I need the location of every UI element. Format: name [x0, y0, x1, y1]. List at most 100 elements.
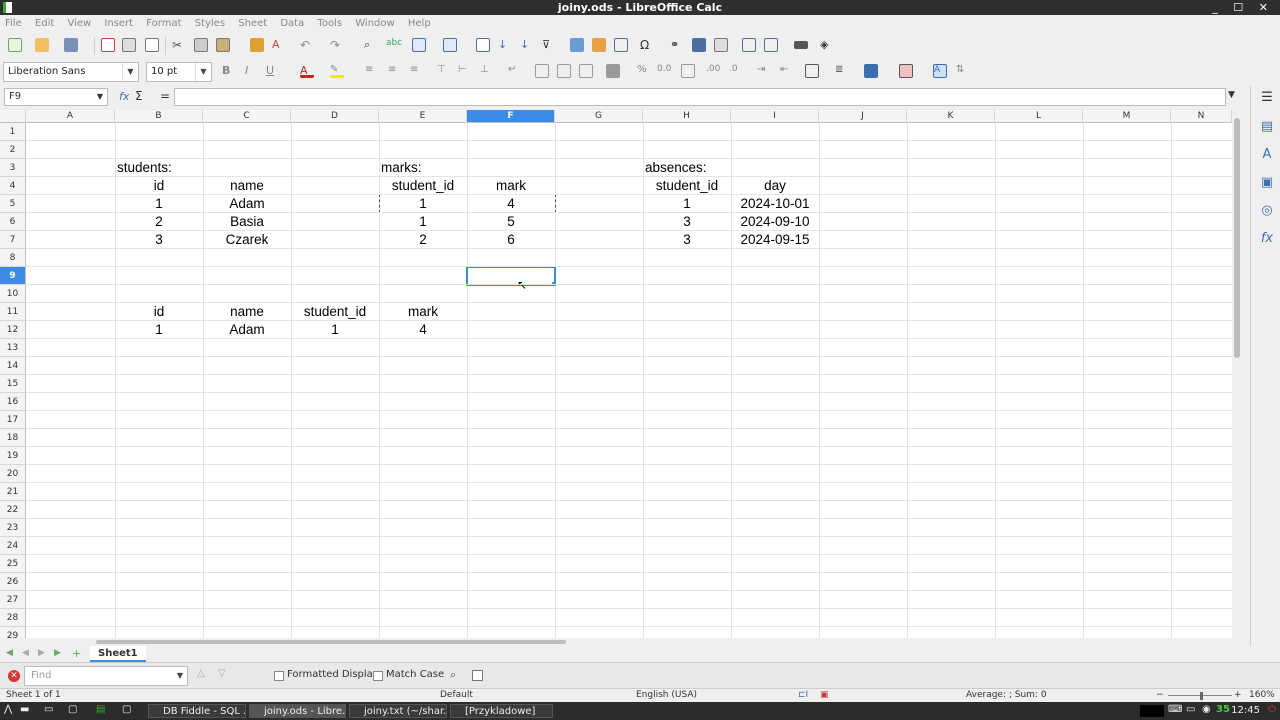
cell-i7[interactable]: 2024-09-15	[731, 231, 819, 249]
copy-icon[interactable]	[194, 38, 208, 52]
gallery-icon[interactable]: ▣	[1259, 175, 1275, 191]
merge-center-icon[interactable]	[535, 64, 549, 78]
insert-pivot-icon[interactable]	[614, 38, 628, 52]
cell-c11[interactable]: name	[203, 303, 291, 321]
cell-b12[interactable]: 1	[115, 321, 203, 339]
task-przykladowe[interactable]: [Przykladowe]	[450, 704, 553, 718]
border-style-icon[interactable]: ≣	[835, 64, 849, 78]
search-formatted-icon[interactable]	[472, 670, 483, 681]
col-header-i[interactable]: I	[731, 110, 819, 123]
row-header[interactable]: 4	[0, 177, 26, 195]
row-header[interactable]: 5	[0, 195, 26, 213]
cell-c7[interactable]: Czarek	[203, 231, 291, 249]
open-folder-icon[interactable]	[35, 38, 49, 52]
row-header[interactable]: 25	[0, 555, 26, 573]
row-header[interactable]: 26	[0, 573, 26, 591]
language[interactable]: English (USA)	[636, 689, 697, 702]
delete-decimal-icon[interactable]: .0	[729, 64, 743, 78]
menu-styles[interactable]: Styles	[190, 15, 230, 32]
row-header[interactable]: 8	[0, 249, 26, 267]
align-left-icon[interactable]: ≡	[365, 64, 379, 78]
increase-indent-icon[interactable]: ⇥	[757, 64, 771, 78]
redo-icon[interactable]: ↷	[330, 38, 344, 52]
styles-icon[interactable]: A	[1259, 147, 1275, 163]
special-character-icon[interactable]: Ω	[640, 38, 654, 52]
wrap-text-icon[interactable]: ↵	[508, 64, 522, 78]
cell-b4[interactable]: id	[115, 177, 203, 195]
name-box[interactable]: F9 ▼	[4, 88, 108, 106]
align-bottom-icon[interactable]: ⊥	[480, 64, 494, 78]
cell-i5[interactable]: 2024-10-01	[731, 195, 819, 213]
cell-h5[interactable]: 1	[643, 195, 731, 213]
vertical-scrollbar[interactable]	[1232, 110, 1242, 638]
cell-f6[interactable]: 5	[467, 213, 555, 231]
cut-icon[interactable]: ✂	[172, 38, 186, 52]
desktop-launcher-icon[interactable]: ▢	[68, 704, 77, 715]
task-joiny-ods[interactable]: joiny.ods - Libre...	[249, 704, 346, 718]
formatted-display-checkbox[interactable]	[274, 671, 284, 681]
cell-b6[interactable]: 2	[115, 213, 203, 231]
selected-cell-f9[interactable]	[466, 266, 556, 286]
row-header[interactable]: 24	[0, 537, 26, 555]
col-header-k[interactable]: K	[907, 110, 995, 123]
row-header[interactable]: 27	[0, 591, 26, 609]
export-pdf-icon[interactable]	[101, 38, 115, 52]
add-sheet-icon[interactable]: +	[72, 647, 81, 660]
row-header[interactable]: 7	[0, 231, 26, 249]
cell-b5[interactable]: 1	[115, 195, 203, 213]
unmerge-cells-icon[interactable]	[579, 64, 593, 78]
cell-d11[interactable]: student_id	[291, 303, 379, 321]
col-header-d[interactable]: D	[291, 110, 379, 123]
add-decimal-icon[interactable]: .00	[706, 64, 720, 78]
start-menu-icon[interactable]: ⋀	[4, 704, 12, 715]
row-header[interactable]: 11	[0, 303, 26, 321]
menu-file[interactable]: File	[0, 15, 27, 32]
row-header[interactable]: 12	[0, 321, 26, 339]
col-header-b[interactable]: B	[115, 110, 203, 123]
cell-c4[interactable]: name	[203, 177, 291, 195]
col-header-m[interactable]: M	[1083, 110, 1171, 123]
menu-edit[interactable]: Edit	[30, 15, 59, 32]
font-size-box[interactable]: 10 pt ▼	[146, 62, 212, 82]
next-sheet-icon[interactable]: ▶	[38, 648, 45, 658]
menu-window[interactable]: Window	[350, 15, 399, 32]
date-format-icon[interactable]	[681, 64, 695, 78]
close-find-icon[interactable]: ✕	[8, 670, 20, 682]
split-window-icon[interactable]	[794, 41, 808, 49]
row-header[interactable]: 2	[0, 141, 26, 159]
menu-view[interactable]: View	[62, 15, 96, 32]
chevron-down-icon[interactable]: ▼	[195, 63, 211, 81]
cell-b11[interactable]: id	[115, 303, 203, 321]
row-header[interactable]: 16	[0, 393, 26, 411]
horizontal-scroll-thumb[interactable]	[96, 640, 566, 644]
headers-footers-icon[interactable]	[714, 38, 728, 52]
col-header-g[interactable]: G	[555, 110, 643, 123]
cell-h4[interactable]: student_id	[643, 177, 731, 195]
italic-icon[interactable]: I	[245, 64, 259, 78]
row-header[interactable]: 10	[0, 285, 26, 303]
zoom-in-icon[interactable]: +	[1234, 689, 1242, 702]
function-wizard-icon[interactable]: fx	[119, 90, 129, 103]
clone-formatting-icon[interactable]	[250, 38, 264, 52]
cell-c5[interactable]: Adam	[203, 195, 291, 213]
col-header-e[interactable]: E	[379, 110, 467, 123]
align-center-icon[interactable]: ≡	[388, 64, 402, 78]
find-replace-icon[interactable]: ⌕	[364, 38, 378, 52]
autofilter-icon[interactable]: ⊽	[542, 38, 556, 52]
row-icon[interactable]	[412, 38, 426, 52]
decrease-indent-icon[interactable]: ⇤	[780, 64, 794, 78]
clear-formatting-icon[interactable]: A	[272, 38, 286, 52]
font-color-icon[interactable]: A	[300, 64, 314, 78]
hyperlink-icon[interactable]: ⚭	[670, 38, 684, 52]
vertical-scroll-thumb[interactable]	[1234, 118, 1240, 358]
first-sheet-icon[interactable]: ◀	[6, 648, 13, 658]
task-joiny-txt[interactable]: joiny.txt (~/shar...	[349, 704, 447, 718]
menu-help[interactable]: Help	[403, 15, 436, 32]
row-header[interactable]: 21	[0, 483, 26, 501]
find-next-icon[interactable]: ▽	[218, 668, 226, 679]
borders-icon[interactable]	[805, 64, 819, 78]
cell-e4[interactable]: student_id	[379, 177, 467, 195]
undo-icon[interactable]: ↶	[300, 38, 314, 52]
cell-b7[interactable]: 3	[115, 231, 203, 249]
taskbar-clock[interactable]: 12:45	[1231, 704, 1260, 718]
